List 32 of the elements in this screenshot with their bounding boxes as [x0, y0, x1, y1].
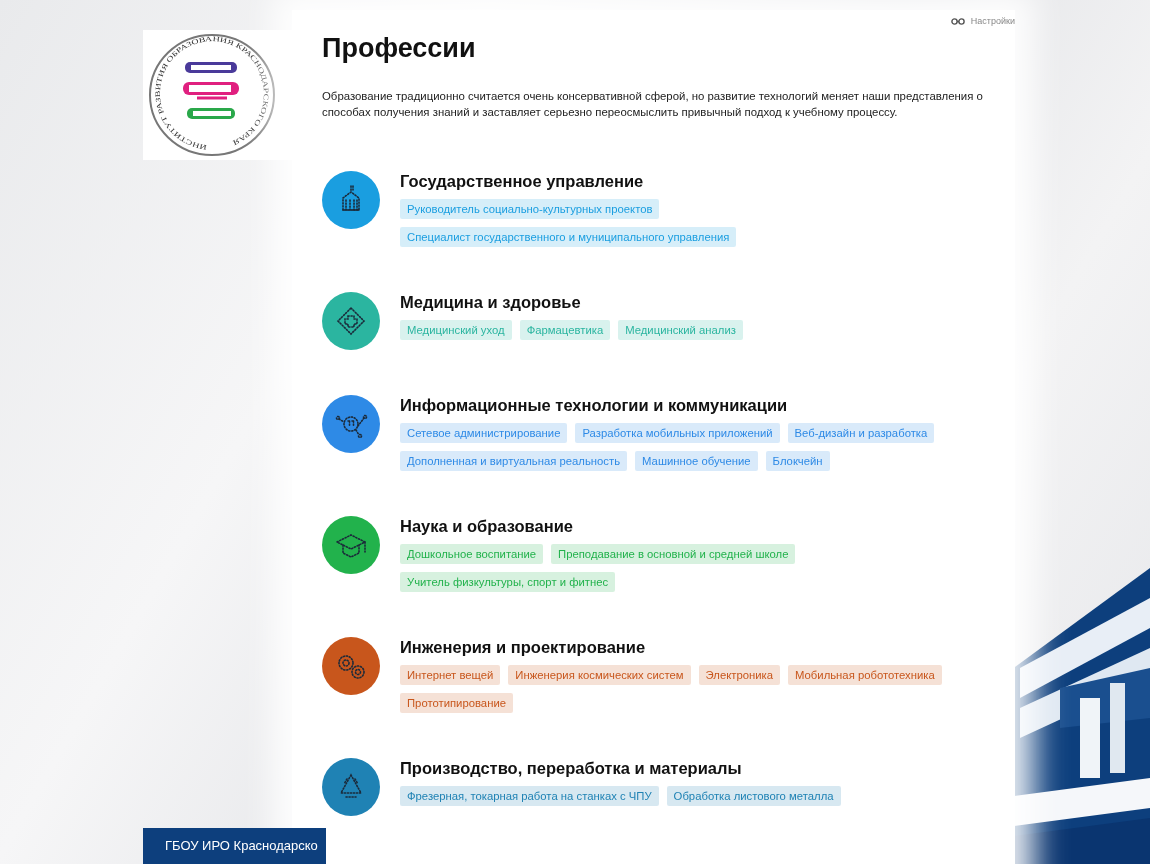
glasses-icon: [950, 17, 965, 25]
category-title: Производство, переработка и материалы: [400, 758, 743, 778]
profession-tag[interactable]: Прототипирование: [400, 693, 513, 713]
settings-link[interactable]: Настройки: [950, 16, 1015, 26]
profession-tag[interactable]: Интернет вещей: [400, 665, 501, 685]
profession-tag[interactable]: Медицинский уход: [400, 320, 512, 340]
profession-tag[interactable]: Преподавание в основной и средней школе: [551, 544, 796, 564]
profession-tag[interactable]: Электроника: [698, 665, 781, 685]
profession-tag[interactable]: Учитель физкультуры, спорт и фитнес: [400, 572, 616, 592]
page-title: Профессии: [322, 32, 477, 65]
profession-tag[interactable]: Руководитель социально-культурных проектов: [400, 199, 660, 219]
profession-tag[interactable]: Дошкольное воспитание: [400, 544, 544, 564]
footer-text: ГБОУ ИРО Краснодарско: [143, 828, 326, 864]
profession-tag[interactable]: Фрезерная, токарная работа на станках с ЧПУ: [400, 786, 659, 806]
profession-tag[interactable]: Разработка мобильных приложений: [575, 423, 780, 443]
profession-tag[interactable]: Сетевое администрирование: [400, 423, 568, 443]
profession-tag[interactable]: Машинное обучение: [635, 451, 758, 471]
profession-tag[interactable]: Специалист государственного и муниципального управления: [400, 227, 737, 247]
category-title: Медицина и здоровье: [400, 292, 582, 312]
profession-tag[interactable]: Мобильная робототехника: [788, 665, 942, 685]
profession-tag[interactable]: Медицинский анализ: [618, 320, 743, 340]
profession-tag[interactable]: Дополненная и виртуальная реальность: [400, 451, 628, 471]
category-title: Наука и образование: [400, 516, 574, 536]
profession-tag[interactable]: Обработка листового металла: [666, 786, 841, 806]
intro-text: Образование традиционно считается очень консервативной сферой, но развитие технологий меняет наши представления о способах получения знаний и заставляет серьезно переосмыслить привычный подход к учебному процессу.: [322, 89, 984, 120]
profession-tag[interactable]: Блокчейн: [765, 451, 830, 471]
profession-tag[interactable]: Инженерия космических систем: [508, 665, 691, 685]
profession-tag[interactable]: Веб-дизайн и разработка: [787, 423, 935, 443]
profession-tag[interactable]: Фармацевтика: [519, 320, 611, 340]
category-title: Инженерия и проектирование: [400, 637, 647, 657]
category-title: Информационные технологии и коммуникации: [400, 395, 789, 415]
category-title: Государственное управление: [400, 171, 645, 191]
